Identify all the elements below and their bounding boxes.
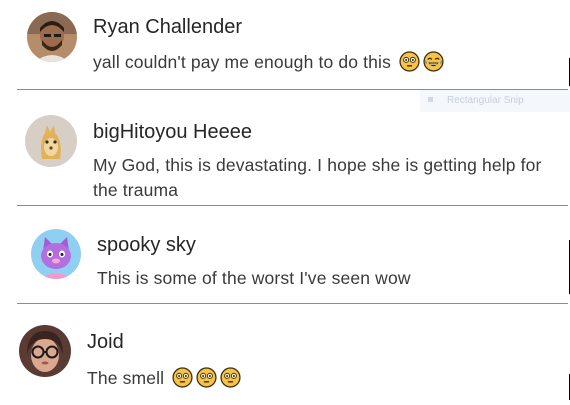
comment-text-body: The smell: [87, 368, 165, 388]
flushed-face-emoji-icon: [172, 367, 193, 395]
comment-item: Ryan Challender yall couldn't pay me eno…: [0, 0, 570, 90]
avatar[interactable]: [25, 115, 77, 167]
person-avatar-icon: [27, 12, 77, 62]
flushed-face-emoji-icon: [399, 51, 420, 79]
comment-item: bigHitoyou Heeee My God, this is devasta…: [0, 90, 570, 268]
comment-username[interactable]: Ryan Challender: [93, 16, 242, 39]
comment-item: spooky sky This is some of the worst I'v…: [0, 206, 570, 304]
comment-text: This is some of the worst I've seen wow: [97, 268, 411, 288]
cartoon-avatar-icon: [25, 115, 77, 167]
avatar[interactable]: [19, 325, 71, 377]
comment-text-body: yall couldn't pay me enough to do this: [93, 52, 391, 72]
comment-text: The smell: [87, 366, 507, 395]
flushed-face-emoji-icon: [220, 367, 241, 395]
person-with-glasses-avatar-icon: [19, 325, 71, 377]
comment-username[interactable]: Joid: [87, 331, 124, 354]
tears-of-joy-emoji-icon: [423, 51, 444, 79]
comment-username[interactable]: bigHitoyou Heeee: [93, 121, 252, 144]
avatar[interactable]: [27, 12, 77, 62]
comment-text: yall couldn't pay me enough to do this: [93, 50, 513, 79]
comment-username[interactable]: spooky sky: [97, 234, 196, 257]
purple-cat-avatar-icon: [31, 229, 81, 279]
avatar[interactable]: [31, 229, 81, 279]
comment-text: My God, this is devastating. I hope she …: [93, 155, 542, 200]
comment-item: Joid The smell: [0, 304, 570, 405]
flushed-face-emoji-icon: [196, 367, 217, 395]
